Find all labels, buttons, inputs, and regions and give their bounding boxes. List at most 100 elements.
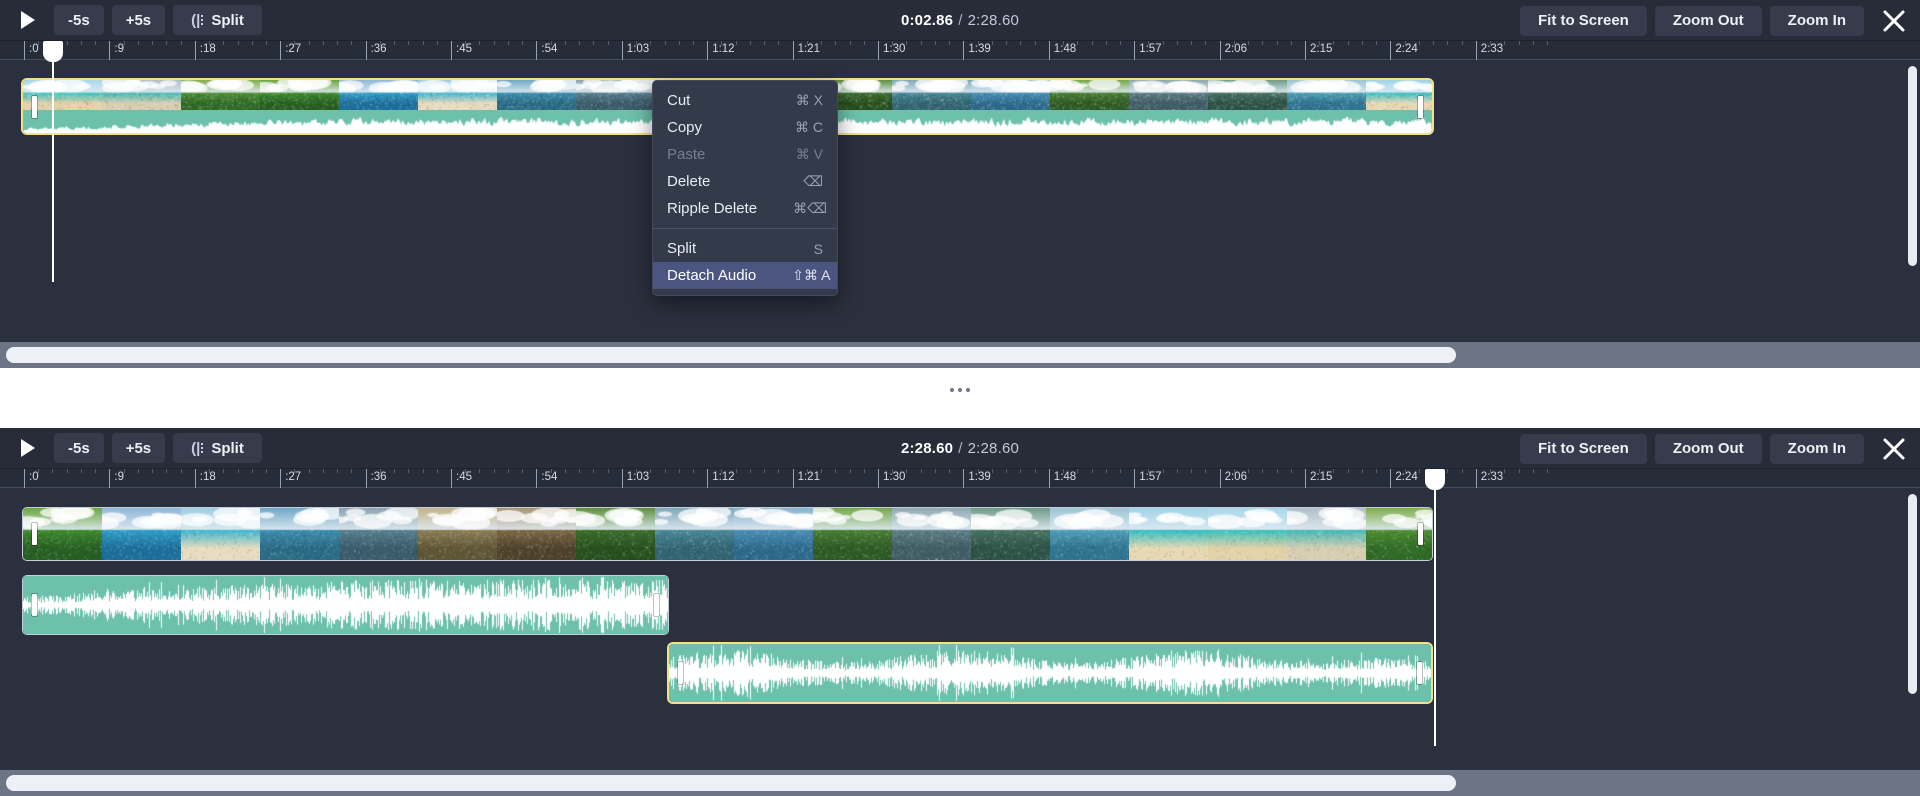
split-button[interactable]: (| Split xyxy=(173,5,262,35)
audio-clip-second[interactable] xyxy=(669,644,1431,702)
ruler-tick: :45 xyxy=(451,469,452,488)
clip-trim-handle-left[interactable] xyxy=(32,96,37,118)
ruler-minor-tick xyxy=(494,469,495,473)
ruler-tick: :45 xyxy=(451,41,452,60)
fit-to-screen-button[interactable]: Fit to Screen xyxy=(1520,6,1647,36)
ruler-minor-tick xyxy=(52,469,53,473)
forward-5s-button[interactable]: +5s xyxy=(112,5,165,35)
ruler-tick: 2:06 xyxy=(1220,469,1221,488)
ruler-minor-tick xyxy=(1333,41,1334,45)
playhead[interactable] xyxy=(52,60,54,282)
top-track-area[interactable] xyxy=(0,60,1920,346)
ruler-minor-tick xyxy=(850,469,851,473)
ruler-tick: 1:39 xyxy=(963,41,964,60)
video-thumbnail xyxy=(971,80,1050,110)
video-thumbnail xyxy=(181,508,260,560)
video-clip-detached[interactable] xyxy=(23,508,1432,560)
clip-trim-handle-right[interactable] xyxy=(1418,96,1423,118)
ruler-minor-tick xyxy=(1348,469,1349,473)
video-thumbnail xyxy=(181,80,260,110)
context-menu-item-copy[interactable]: Copy⌘ C xyxy=(653,114,837,141)
timeline-editor-root: -5s +5s (| Split 0:02.86 / 2:28.60 Fit t… xyxy=(0,0,1920,796)
clip-context-menu[interactable]: Cut⌘ XCopy⌘ CPaste⌘ VDelete⌫Ripple Delet… xyxy=(652,80,838,296)
context-menu-separator xyxy=(653,228,837,229)
ruler-minor-tick xyxy=(1234,41,1235,45)
play-icon[interactable] xyxy=(10,433,46,463)
bottom-track-area[interactable] xyxy=(0,488,1920,774)
ruler-tick: 1:30 xyxy=(878,469,879,488)
clip-trim-handle-left[interactable] xyxy=(32,523,37,545)
ruler-minor-tick xyxy=(551,469,552,473)
bottom-time-ruler[interactable]: :0:9:18:27:36:45:541:031:121:211:301:391… xyxy=(0,469,1920,488)
zoom-out-button[interactable]: Zoom Out xyxy=(1655,434,1762,464)
audio-waveform xyxy=(23,576,668,634)
panel-divider[interactable] xyxy=(0,368,1920,428)
ruler-tick: 2:33 xyxy=(1476,41,1477,60)
back-5s-button[interactable]: -5s xyxy=(54,5,104,35)
context-menu-item-split[interactable]: SplitS xyxy=(653,235,837,262)
split-button[interactable]: (| Split xyxy=(173,433,262,463)
back-5s-button[interactable]: -5s xyxy=(54,433,104,463)
context-menu-item-cut[interactable]: Cut⌘ X xyxy=(653,87,837,114)
ruler-minor-tick xyxy=(579,469,580,473)
playhead-handle[interactable] xyxy=(1425,469,1445,490)
ruler-tick-label: :0 xyxy=(29,471,39,483)
context-menu-item-ripple-delete[interactable]: Ripple Delete⌘⌫ xyxy=(653,195,837,222)
clip-trim-handle-right[interactable] xyxy=(1418,523,1423,545)
top-vertical-scrollbar[interactable] xyxy=(1908,66,1917,266)
ruler-tick: :54 xyxy=(536,469,537,488)
playhead[interactable] xyxy=(1434,488,1436,746)
bottom-horizontal-scroll-zone[interactable] xyxy=(0,770,1920,796)
ruler-minor-tick xyxy=(351,41,352,45)
close-icon[interactable] xyxy=(1872,428,1916,469)
ruler-minor-tick xyxy=(978,469,979,473)
ruler-tick: 2:24 xyxy=(1390,469,1391,488)
video-thumbnail xyxy=(1129,80,1208,110)
ruler-minor-tick xyxy=(636,41,637,45)
ruler-minor-tick xyxy=(679,469,680,473)
zoom-in-button[interactable]: Zoom In xyxy=(1770,6,1864,36)
clip-trim-handle-right[interactable] xyxy=(654,594,659,616)
clip-trim-handle-left[interactable] xyxy=(32,594,37,616)
ruler-minor-tick xyxy=(1519,469,1520,473)
ruler-minor-tick xyxy=(1106,469,1107,473)
ruler-minor-tick xyxy=(394,469,395,473)
audio-clip-detached[interactable] xyxy=(23,576,668,634)
clip-trim-handle-right[interactable] xyxy=(1417,662,1422,684)
ruler-minor-tick xyxy=(1490,41,1491,45)
play-icon[interactable] xyxy=(10,5,46,35)
ruler-minor-tick xyxy=(1120,469,1121,473)
ruler-minor-tick xyxy=(835,41,836,45)
ruler-tick-label: 1:48 xyxy=(1054,471,1076,483)
context-menu-item-label: Copy xyxy=(667,119,702,136)
ruler-minor-tick xyxy=(408,41,409,45)
ruler-minor-tick xyxy=(1319,41,1320,45)
playhead-handle[interactable] xyxy=(43,41,63,62)
top-horizontal-scrollbar[interactable] xyxy=(6,347,1456,363)
context-menu-item-label: Delete xyxy=(667,173,710,190)
top-horizontal-scroll-zone[interactable] xyxy=(0,342,1920,368)
fit-to-screen-button[interactable]: Fit to Screen xyxy=(1520,434,1647,464)
ruler-tick-label: :36 xyxy=(371,43,387,55)
forward-5s-button[interactable]: +5s xyxy=(112,433,165,463)
close-icon[interactable] xyxy=(1872,0,1916,41)
bottom-timeline-panel: -5s +5s (| Split 2:28.60 / 2:28.60 Fit t… xyxy=(0,428,1920,796)
context-menu-item-detach-audio[interactable]: Detach Audio⇧⌘ A xyxy=(653,262,837,289)
ruler-minor-tick xyxy=(309,41,310,45)
zoom-in-button[interactable]: Zoom In xyxy=(1770,434,1864,464)
ruler-minor-tick xyxy=(1447,41,1448,45)
zoom-out-button[interactable]: Zoom Out xyxy=(1655,6,1762,36)
divider-grip-handle[interactable] xyxy=(950,388,970,392)
ruler-minor-tick xyxy=(1533,469,1534,473)
ruler-tick-label: 2:24 xyxy=(1395,43,1417,55)
bottom-vertical-scrollbar[interactable] xyxy=(1908,494,1917,694)
clip-trim-handle-left[interactable] xyxy=(678,662,683,684)
bottom-horizontal-scrollbar[interactable] xyxy=(6,775,1456,791)
ruler-minor-tick xyxy=(1348,41,1349,45)
ruler-tick: 2:15 xyxy=(1305,469,1306,488)
video-thumbnail xyxy=(1129,508,1208,560)
ruler-tick: :9 xyxy=(109,41,110,60)
context-menu-item-delete[interactable]: Delete⌫ xyxy=(653,168,837,195)
ruler-minor-tick xyxy=(465,469,466,473)
top-time-ruler[interactable]: :0:9:18:27:36:45:541:031:121:211:301:391… xyxy=(0,41,1920,60)
